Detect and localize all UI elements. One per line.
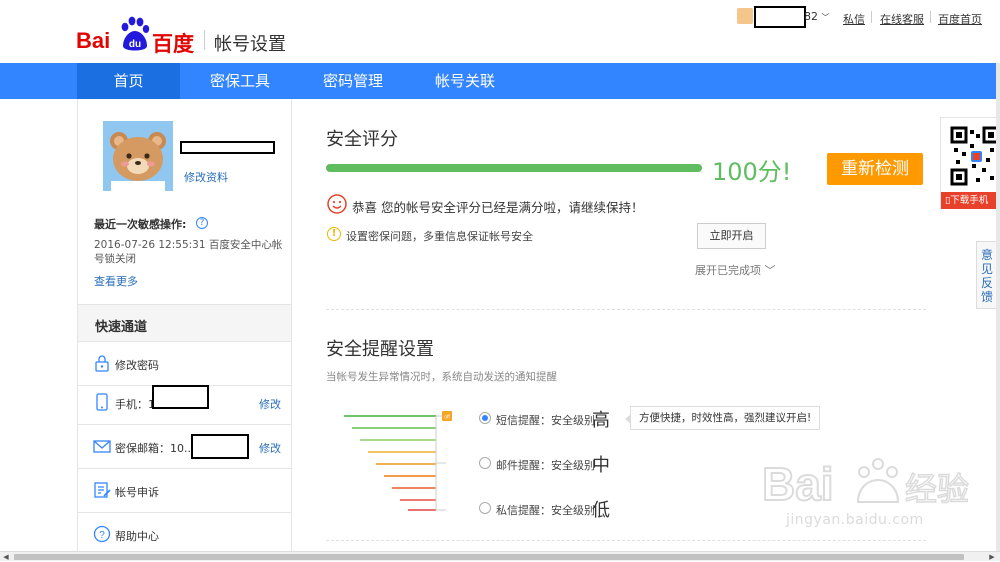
baidu-logo[interactable]: Bai du 百度 [76, 14, 196, 56]
quick-item-label: 手机：1 [115, 398, 155, 411]
alert-settings-subtitle: 当帐号发生异常情况时，系统自动发送的通知提醒 [326, 371, 557, 383]
horizontal-scroll-thumb[interactable] [14, 554, 964, 560]
mail-icon [93, 440, 111, 453]
edit-phone-link[interactable]: 修改 [259, 396, 281, 412]
baidu-paw-icon: du [121, 16, 150, 51]
message-alert-label: 私信提醒：安全级别 [496, 504, 595, 517]
top-header: Bai du 百度 帐号设置 82 ﹀ 私信 在线客服 百度首页 [0, 0, 1000, 63]
radio-message-alert[interactable] [479, 502, 491, 514]
sms-alert-tooltip: 方便快捷，时效性高，强烈建议开启! [624, 406, 821, 430]
tab-password[interactable]: 密码管理 [303, 63, 403, 99]
quick-item-label: 帐号申诉 [115, 486, 159, 499]
tab-account-link[interactable]: 帐号关联 [415, 63, 515, 99]
security-score-fill [326, 164, 702, 172]
main-nav: 首页 密保工具 密码管理 帐号关联 [0, 63, 1000, 99]
quick-access-title: 快速通道 [95, 320, 148, 335]
level-marker-text: off [444, 415, 450, 421]
quick-access-header: 快速通道 [78, 304, 291, 342]
tab-security-tools[interactable]: 密保工具 [190, 63, 290, 99]
expand-completed-link[interactable]: 展开已完成项 ﹀ [695, 262, 776, 278]
logo-text-bai: Bai [76, 28, 111, 53]
logo-text-cn: 百度 [152, 32, 194, 56]
svg-text:经验: 经验 [905, 470, 969, 508]
section-divider [326, 309, 926, 310]
edit-email-link[interactable]: 修改 [259, 440, 281, 456]
recheck-button[interactable]: 重新检测 [827, 153, 923, 185]
message-alert-level: 低 [592, 500, 610, 521]
email-alert-label: 邮件提醒：安全级别 [496, 459, 595, 472]
security-level-bars: off [344, 411, 452, 511]
page-title: 帐号设置 [214, 34, 286, 55]
avatar[interactable] [103, 121, 173, 191]
link-online-service[interactable]: 在线客服 [880, 11, 924, 27]
view-more-link[interactable]: 查看更多 [94, 273, 138, 289]
congrats-message: 恭喜 您的帐号安全评分已经是满分啦，请继续保持！ [352, 200, 644, 215]
sms-alert-level: 高 [592, 410, 610, 431]
username-suffix[interactable]: 82 ﹀ [804, 10, 830, 23]
qr-code-icon [950, 126, 1000, 186]
security-score-value: 100分! [712, 158, 792, 186]
alert-settings-title: 安全提醒设置 [326, 339, 434, 360]
help-icon: ? [93, 525, 111, 543]
quick-item-label: 修改密码 [115, 359, 159, 372]
email-redacted [191, 434, 249, 459]
security-tip-text: 设置密保问题，多重信息保证帐号安全 [346, 230, 533, 243]
quick-item-label: 密保邮箱：10...2 [115, 442, 202, 455]
quick-item-label: 帮助中心 [115, 530, 159, 543]
link-private-message[interactable]: 私信 [843, 11, 865, 27]
watermark-logo: Bai 经验 [761, 457, 970, 511]
security-score-title: 安全评分 [326, 129, 398, 150]
chevron-down-icon: ﹀ [821, 13, 830, 22]
smile-icon [327, 194, 347, 214]
sms-alert-label: 短信提醒：安全级别 [496, 414, 595, 427]
appeal-icon [94, 482, 111, 498]
feedback-tab[interactable]: 意见反馈 [976, 241, 998, 309]
username-redacted[interactable] [754, 6, 806, 28]
baidu-jingyan-watermark: Bai 经验 jingyan.baidu.com [760, 452, 990, 542]
tab-home[interactable]: 首页 [77, 63, 180, 99]
phone-icon [96, 393, 108, 411]
enable-now-button[interactable]: 立即开启 [697, 223, 766, 249]
edit-profile-link[interactable]: 修改资料 [184, 169, 228, 185]
phone-redacted [152, 385, 209, 409]
link-baidu-home[interactable]: 百度首页 [938, 11, 982, 27]
quick-item-appeal[interactable]: 帐号申诉 [78, 469, 291, 513]
vertical-scrollbar[interactable] [996, 63, 1000, 551]
horizontal-scrollbar[interactable]: ◀ ▶ [0, 551, 1000, 561]
recent-operation-label: 最近一次敏感操作: [94, 218, 187, 231]
watermark-url: jingyan.baidu.com [786, 512, 924, 528]
display-name-redacted [180, 141, 275, 154]
svg-text:?: ? [99, 530, 105, 541]
logo-divider [204, 30, 205, 50]
help-question-icon[interactable]: ? [196, 217, 208, 229]
warning-icon: ! [327, 227, 341, 241]
quick-item-phone[interactable]: 手机：1 修改 [78, 381, 291, 425]
radio-sms-alert[interactable] [479, 412, 491, 424]
link-divider [871, 11, 872, 23]
logo-text-du: du [129, 39, 141, 50]
sidebar: 修改资料 最近一次敏感操作: ? 2016-07-26 12:55:31 百度安… [77, 99, 292, 551]
user-avatar-small[interactable] [737, 8, 753, 24]
lock-icon [95, 355, 109, 372]
qr-code-widget[interactable]: ▯下载手机 [940, 117, 1000, 209]
security-score-bar [326, 164, 702, 172]
email-alert-level: 中 [592, 455, 610, 476]
quick-item-email[interactable]: 密保邮箱：10...2 修改 [78, 425, 291, 469]
download-app-label[interactable]: ▯下载手机 [941, 192, 1000, 209]
recent-operation-text: 2016-07-26 12:55:31 百度安全中心帐号锁关闭 [94, 239, 283, 265]
svg-text:Bai: Bai [762, 458, 834, 510]
bear-avatar-icon [103, 121, 173, 191]
link-divider [930, 11, 931, 23]
radio-email-alert[interactable] [479, 457, 491, 469]
quick-item-change-password[interactable]: 修改密码 [78, 342, 291, 386]
